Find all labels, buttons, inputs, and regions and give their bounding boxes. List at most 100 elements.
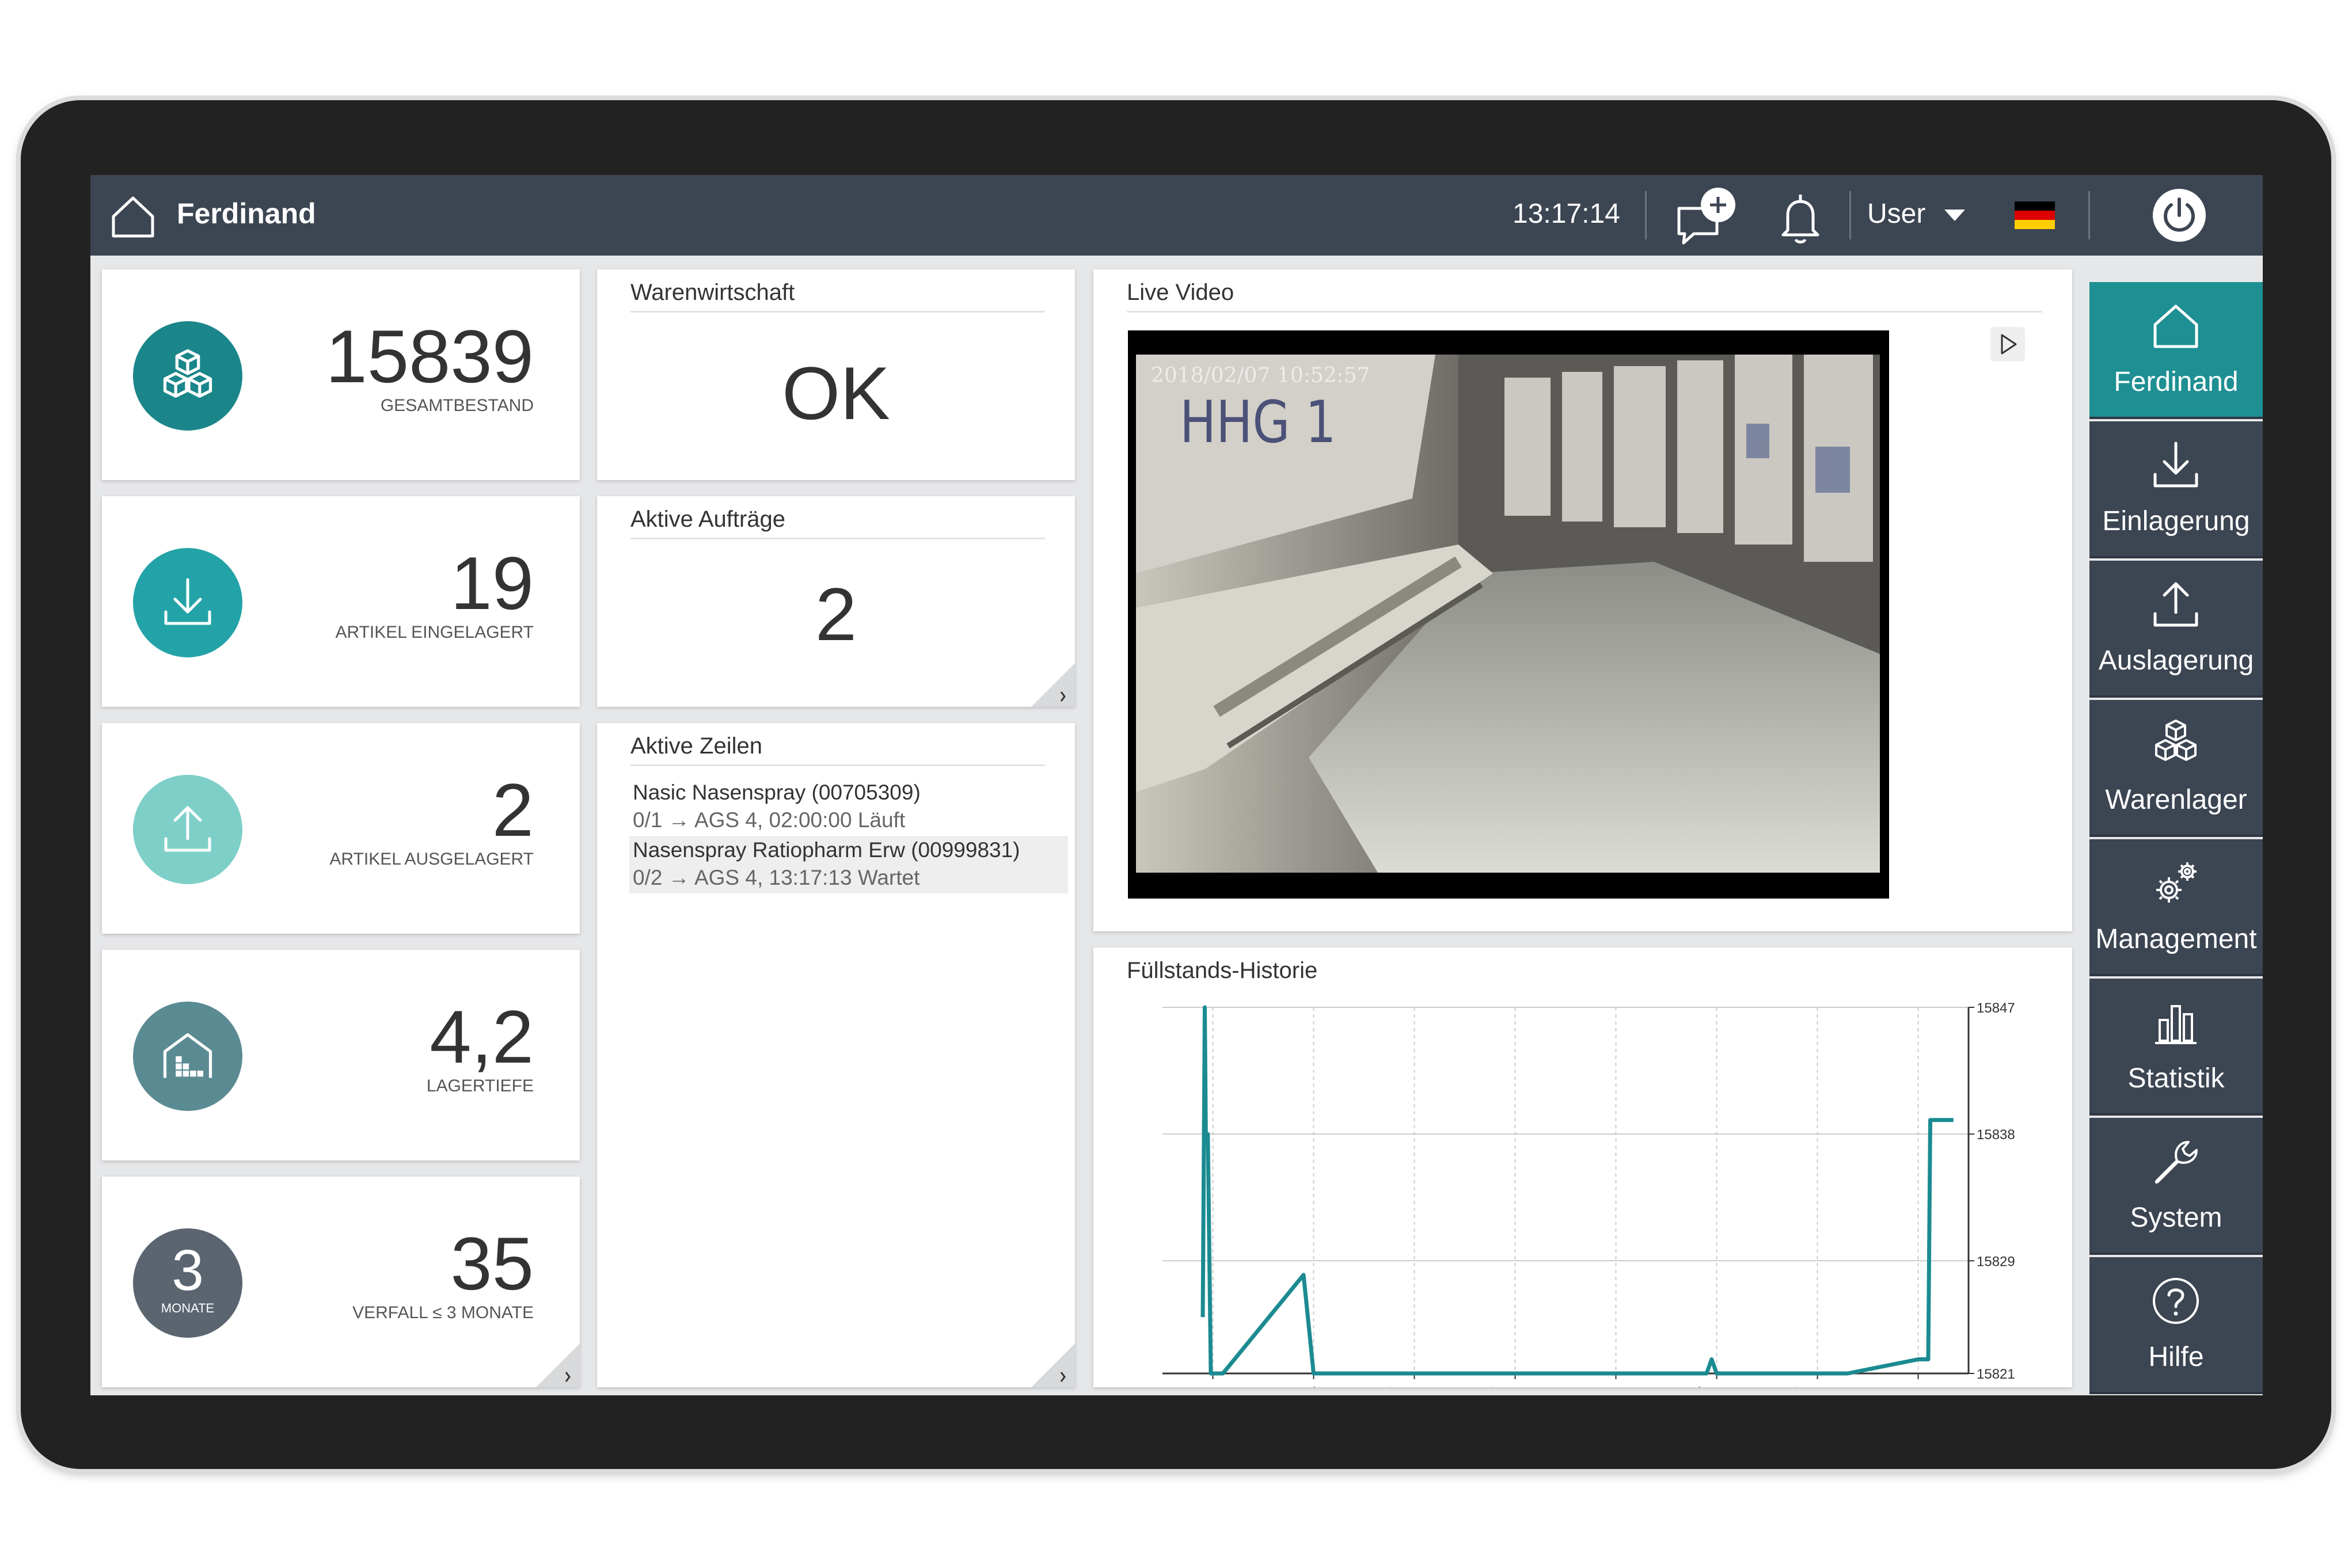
card-title: Aktive Aufträge [630, 507, 786, 532]
kpi-value: 2 [492, 768, 534, 852]
upload-icon [2153, 582, 2198, 627]
sidebar-item-label: Auslagerung [2098, 645, 2254, 676]
kpi-caption: ARTIKEL AUSGELAGERT [329, 850, 534, 869]
line-chart: Donnerstag Freitag Samstag Sonntag Montag Die… [1162, 1000, 2015, 1387]
auftraege-card[interactable]: Aktive Aufträge 2 [597, 496, 1075, 707]
sidebar-item-einlagerung[interactable]: Einlagerung [2089, 421, 2263, 558]
row-name: Nasenspray Ratiopharm Erw (00999831) [633, 838, 1020, 862]
divider [2088, 191, 2090, 239]
sidebar-item-hilfe[interactable]: Hilfe [2089, 1257, 2263, 1394]
upload-icon [164, 806, 211, 852]
kpi-card-lagertiefe[interactable]: 4,2 LAGERTIEFE [102, 950, 580, 1160]
download-icon [2153, 442, 2198, 488]
expand-corner-icon[interactable] [1031, 1344, 1075, 1387]
expand-corner-icon[interactable] [1031, 663, 1075, 707]
sidebar-item-ferdinand[interactable]: Ferdinand [2089, 282, 2263, 419]
sidebar-item-label: Einlagerung [2102, 506, 2250, 536]
home-icon[interactable] [109, 192, 157, 241]
row-detail: 0/2 → AGS 4, 13:17:13 Wartet [633, 866, 920, 889]
sidebar: Ferdinand Einlagerung Auslagerung Warenl… [2089, 282, 2263, 1395]
divider [1645, 191, 1647, 239]
top-bar: Ferdinand 13:17:14 User [90, 175, 2263, 256]
kpi-caption: GESAMTBESTAND [380, 396, 534, 415]
flag-de-icon[interactable] [2015, 201, 2055, 229]
kpi-badge [133, 321, 242, 431]
x-tick-label: Donnerstag [1174, 1384, 1251, 1387]
sidebar-item-label: Management [2095, 924, 2257, 954]
y-tick-label: 15838 [1977, 1127, 2015, 1143]
row-name: Nasic Nasenspray (00705309) [633, 781, 921, 804]
fuellstand-chart-card: Füllstands-Historie Donnerstag Freitag Sam… [1093, 947, 2072, 1387]
user-menu[interactable]: User [1867, 198, 1925, 230]
video-feed[interactable]: 2018/02/07 10:52:57 HHG 1 [1128, 330, 1889, 899]
warenwirtschaft-status: OK [782, 351, 890, 435]
video-timestamp: 2018/02/07 10:52:57 [1151, 364, 1370, 387]
chevron-down-icon[interactable] [1944, 210, 1965, 221]
wrench-icon [2155, 1141, 2198, 1184]
series-line [1200, 1005, 1954, 1376]
download-icon [164, 578, 211, 625]
x-tick-label: Gestern [1791, 1384, 1844, 1387]
warehouse-icon [163, 1033, 212, 1078]
sidebar-item-label: Warenlager [2105, 785, 2247, 815]
kpi-card-ausgelagert[interactable]: 2 ARTIKEL AUSGELAGERT [102, 723, 580, 934]
chart-title: Füllstands-Historie [1127, 958, 1318, 983]
sidebar-item-label: System [2130, 1202, 2222, 1233]
home-icon [2153, 305, 2198, 348]
kpi-card-eingelagert[interactable]: 19 ARTIKEL EINGELAGERT [102, 496, 580, 707]
card-title: Warenwirtschaft [630, 280, 795, 305]
x-tick-label: Freitag [1290, 1384, 1337, 1387]
kpi-value: 15839 [325, 314, 534, 398]
power-icon[interactable] [2152, 188, 2207, 243]
kpi-badge [133, 1002, 242, 1111]
divider [630, 764, 1045, 766]
divider [630, 538, 1045, 539]
kpi-badge: 3 MONATE [133, 1228, 242, 1338]
kpi-badge [133, 548, 242, 657]
list-item[interactable]: Nasenspray Ratiopharm Erw (00999831) 0/2… [629, 836, 1068, 893]
sidebar-item-auslagerung[interactable]: Auslagerung [2089, 561, 2263, 698]
chat-plus-icon[interactable] [1671, 185, 1740, 249]
kpi-caption: LAGERTIEFE [426, 1076, 534, 1095]
kpi-value: 19 [450, 541, 534, 625]
zeilen-card[interactable]: Aktive Zeilen Nasic Nasenspray (00705309… [597, 723, 1075, 1387]
divider [1127, 311, 2042, 313]
expand-corner-icon[interactable] [536, 1344, 580, 1387]
cubes-icon [2155, 720, 2197, 761]
x-tick-label: Sonntag [1487, 1384, 1543, 1387]
sidebar-item-warenlager[interactable]: Warenlager [2089, 700, 2263, 837]
sidebar-item-management[interactable]: Management [2089, 839, 2263, 976]
kpi-badge [133, 775, 242, 884]
clock: 13:17:14 [1513, 199, 1620, 229]
gears-icon [2156, 862, 2197, 903]
sidebar-item-statistik[interactable]: Statistik [2089, 979, 2263, 1116]
kpi-value: 4,2 [430, 995, 534, 1079]
app-screen: Ferdinand 13:17:14 User Ferdinand Einlag… [90, 175, 2263, 1395]
warenwirtschaft-card[interactable]: Warenwirtschaft OK [597, 269, 1075, 480]
auftraege-count: 2 [815, 572, 857, 656]
kpi-caption: ARTIKEL EINGELAGERT [335, 623, 534, 642]
play-icon[interactable] [1990, 327, 2025, 361]
kpi-caption: VERFALL ≤ 3 MONATE [352, 1303, 534, 1322]
sidebar-item-label: Statistik [2127, 1063, 2225, 1094]
kpi-value: 35 [450, 1221, 534, 1306]
divider [630, 311, 1045, 313]
bar-chart-icon [2155, 1005, 2197, 1044]
x-tick-label: Montag [1591, 1384, 1641, 1387]
divider [1849, 191, 1851, 239]
kpi-card-gesamtbestand[interactable]: 15839 GESAMTBESTAND [102, 269, 580, 480]
sidebar-item-system[interactable]: System [2089, 1118, 2263, 1255]
cubes-icon [163, 349, 212, 398]
row-detail: 0/1 → AGS 4, 02:00:00 Läuft [633, 808, 906, 832]
x-tick-label: Samstag [1385, 1384, 1444, 1387]
video-label: HHG 1 [1180, 388, 1336, 456]
card-title: Aktive Zeilen [630, 733, 762, 759]
list-item[interactable]: Nasic Nasenspray (00705309) 0/1 → AGS 4,… [629, 778, 1068, 836]
x-tick-label: Heute [1898, 1384, 1938, 1387]
live-video-card[interactable]: Live Video 2018/02/07 10:52:57 HHG 1 [1093, 269, 2072, 931]
help-icon [2153, 1278, 2199, 1324]
y-tick-label: 15821 [1977, 1367, 2015, 1382]
sidebar-item-label: Hilfe [2148, 1342, 2204, 1372]
bell-icon[interactable] [1772, 189, 1829, 246]
kpi-card-verfall[interactable]: 3 MONATE 35 VERFALL ≤ 3 MONATE [102, 1177, 580, 1387]
